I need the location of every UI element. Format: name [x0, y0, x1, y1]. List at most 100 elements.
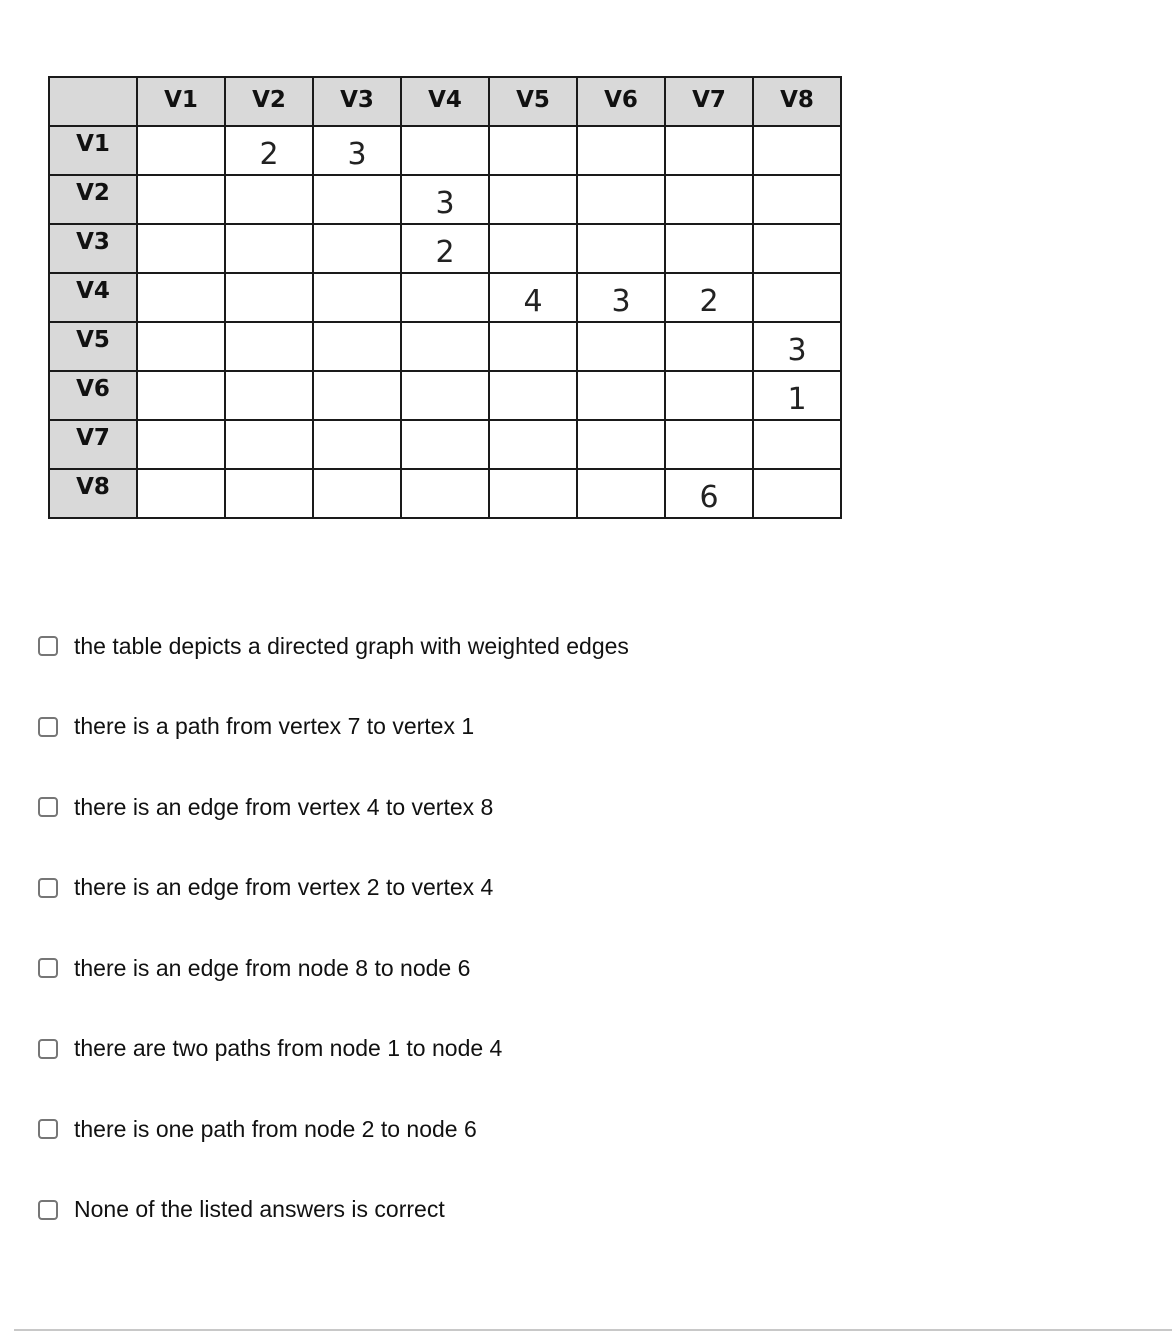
matrix-cell — [488, 174, 578, 225]
matrix-cell — [136, 174, 226, 225]
row-header: V7 — [48, 419, 138, 470]
checkbox[interactable] — [38, 958, 58, 978]
option-label: None of the listed answers is correct — [74, 1196, 445, 1222]
matrix-cell — [752, 468, 842, 519]
matrix-cell — [136, 223, 226, 274]
matrix-cell — [576, 223, 666, 274]
matrix-cell — [664, 223, 754, 274]
matrix-cell — [224, 321, 314, 372]
matrix-row: V2 3 — [48, 174, 842, 225]
matrix-cell — [576, 468, 666, 519]
option-label: there is an edge from vertex 2 to vertex… — [74, 874, 494, 900]
option-label: there are two paths from node 1 to node … — [74, 1035, 503, 1061]
column-header: V8 — [752, 76, 842, 127]
checkbox[interactable] — [38, 877, 58, 898]
matrix-cell — [752, 419, 842, 470]
option-label: there is an edge from vertex 4 to vertex… — [74, 793, 494, 820]
matrix-row: V8 6 — [48, 468, 842, 519]
checkbox[interactable] — [38, 636, 58, 656]
matrix-cell — [752, 272, 842, 323]
matrix-cell: 3 — [400, 174, 490, 225]
matrix-row: V7 — [48, 419, 842, 470]
matrix-cell — [488, 468, 578, 519]
matrix-cell — [312, 370, 402, 421]
option-edge-8-to-6[interactable]: there is an edge from node 8 to node 6 — [38, 948, 629, 988]
option-directed-weighted[interactable]: the table depicts a directed graph with … — [38, 626, 629, 666]
matrix-cell: 3 — [576, 272, 666, 323]
matrix-cell — [136, 321, 226, 372]
matrix-cell — [488, 223, 578, 274]
matrix-cell — [488, 370, 578, 421]
matrix-cell — [576, 321, 666, 372]
checkbox[interactable] — [38, 716, 58, 737]
column-header: V5 — [488, 76, 578, 127]
matrix-cell — [312, 272, 402, 323]
matrix-cell: 6 — [664, 468, 754, 519]
checkbox[interactable] — [38, 1199, 58, 1220]
matrix-cell — [576, 125, 666, 176]
checkbox[interactable] — [38, 1038, 58, 1059]
option-label: there is a path from vertex 7 to vertex … — [74, 713, 475, 739]
row-header: V6 — [48, 370, 138, 421]
matrix-cell — [488, 321, 578, 372]
column-header: V1 — [136, 76, 226, 127]
matrix-cell — [136, 272, 226, 323]
option-two-paths-1-to-4[interactable]: there are two paths from node 1 to node … — [38, 1029, 629, 1069]
matrix-cell — [576, 174, 666, 225]
matrix-cell — [576, 370, 666, 421]
option-label: there is an edge from node 8 to node 6 — [74, 954, 471, 981]
option-one-path-2-to-6[interactable]: there is one path from node 2 to node 6 — [38, 1109, 629, 1149]
option-path-7-to-1[interactable]: there is a path from vertex 7 to vertex … — [38, 707, 629, 747]
option-label: the table depicts a directed graph with … — [74, 632, 629, 659]
matrix-cell — [312, 321, 402, 372]
answer-options: the table depicts a directed graph with … — [38, 626, 629, 1270]
matrix-cell — [664, 321, 754, 372]
matrix-cell — [752, 223, 842, 274]
matrix-cell — [400, 272, 490, 323]
matrix-cell — [488, 419, 578, 470]
matrix-cell — [488, 125, 578, 176]
matrix-cell — [136, 125, 226, 176]
option-label: there is one path from node 2 to node 6 — [74, 1115, 477, 1142]
matrix-row: V3 2 — [48, 223, 842, 274]
option-none-correct[interactable]: None of the listed answers is correct — [38, 1190, 629, 1230]
row-header: V2 — [48, 174, 138, 225]
matrix-cell — [224, 370, 314, 421]
matrix-cell: 3 — [312, 125, 402, 176]
matrix-cell — [400, 419, 490, 470]
matrix-cell — [312, 419, 402, 470]
matrix-cell — [664, 174, 754, 225]
checkbox[interactable] — [38, 797, 58, 817]
column-header: V3 — [312, 76, 402, 127]
matrix-cell — [224, 419, 314, 470]
matrix-cell — [312, 223, 402, 274]
matrix-cell — [312, 174, 402, 225]
option-edge-4-to-8[interactable]: there is an edge from vertex 4 to vertex… — [38, 787, 629, 827]
matrix-cell — [136, 419, 226, 470]
matrix-cell — [224, 468, 314, 519]
matrix-cell — [136, 370, 226, 421]
row-header: V3 — [48, 223, 138, 274]
matrix-cell — [400, 125, 490, 176]
matrix-cell — [224, 272, 314, 323]
matrix-cell — [312, 468, 402, 519]
matrix-cell — [752, 125, 842, 176]
matrix-row: V1 2 3 — [48, 125, 842, 176]
matrix-cell: 2 — [400, 223, 490, 274]
row-header: V1 — [48, 125, 138, 176]
matrix-cell — [136, 468, 226, 519]
row-header: V5 — [48, 321, 138, 372]
matrix-cell — [664, 370, 754, 421]
matrix-cell — [224, 174, 314, 225]
matrix-cell — [400, 370, 490, 421]
column-header: V4 — [400, 76, 490, 127]
matrix-cell — [224, 223, 314, 274]
row-header: V8 — [48, 468, 138, 519]
checkbox[interactable] — [38, 1119, 58, 1139]
matrix-cell: 4 — [488, 272, 578, 323]
matrix-cell — [400, 321, 490, 372]
matrix-row: V6 1 — [48, 370, 842, 421]
matrix-cell: 2 — [224, 125, 314, 176]
matrix-row: V5 3 — [48, 321, 842, 372]
option-edge-2-to-4[interactable]: there is an edge from vertex 2 to vertex… — [38, 868, 629, 908]
